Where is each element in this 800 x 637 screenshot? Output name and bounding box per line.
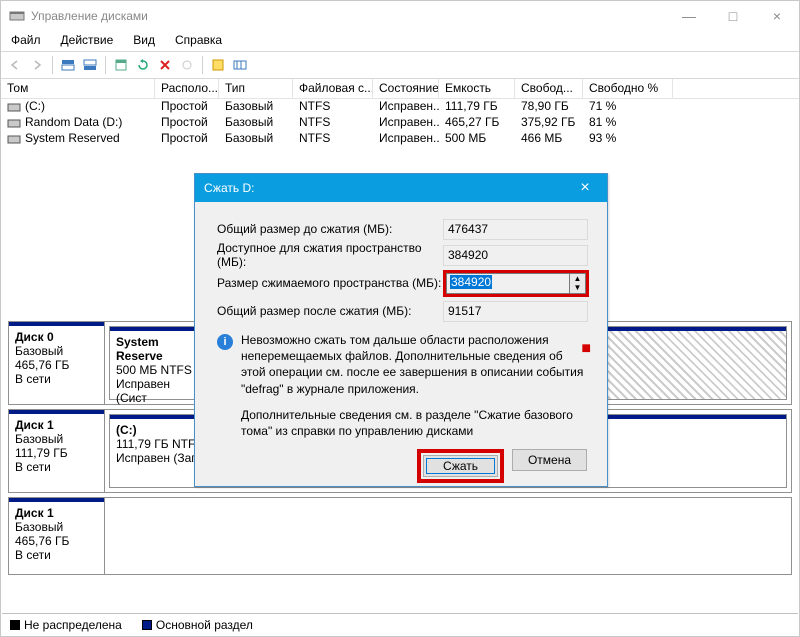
app-icon: [9, 8, 25, 24]
table-row[interactable]: (C:) Простой Базовый NTFS Исправен... 11…: [1, 99, 799, 115]
ok-button-highlight: Сжать: [417, 449, 504, 483]
disk-header[interactable]: Диск 0 Базовый 465,76 ГБ В сети: [9, 322, 105, 404]
col-capacity[interactable]: Емкость: [439, 79, 515, 98]
spinner-buttons[interactable]: ▲▼: [570, 273, 586, 294]
drive-icon: [7, 133, 21, 145]
col-percent[interactable]: Свободно %: [583, 79, 673, 98]
refresh-icon[interactable]: [133, 55, 153, 75]
back-icon: [5, 55, 25, 75]
help-icon[interactable]: [208, 55, 228, 75]
disk-header[interactable]: Диск 1 Базовый 111,79 ГБ В сети: [9, 410, 105, 492]
label-shrink-amount: Размер сжимаемого пространства (МБ):: [217, 276, 443, 290]
maximize-button[interactable]: □: [711, 1, 755, 31]
col-state[interactable]: Состояние: [373, 79, 439, 98]
menu-help[interactable]: Справка: [173, 31, 224, 51]
table-row[interactable]: System Reserved Простой Базовый NTFS Исп…: [1, 131, 799, 147]
menu-action[interactable]: Действие: [59, 31, 116, 51]
label-total-after: Общий размер после сжатия (МБ):: [217, 304, 443, 318]
scan-icon: [177, 55, 197, 75]
info-text-1: Невозможно сжать том дальше области расп…: [241, 333, 583, 396]
info-icon: i: [217, 334, 233, 350]
menu-view[interactable]: Вид: [131, 31, 157, 51]
legend-swatch-unallocated: [10, 620, 20, 630]
close-button[interactable]: ×: [755, 1, 799, 31]
disk-title: Диск 1: [15, 418, 54, 432]
spin-down-icon[interactable]: ▼: [570, 283, 585, 293]
view-bottom-icon[interactable]: [80, 55, 100, 75]
col-volume[interactable]: Том: [1, 79, 155, 98]
drive-icon: [7, 101, 21, 113]
spin-up-icon[interactable]: ▲: [570, 274, 585, 284]
cancel-button[interactable]: Отмена: [512, 449, 587, 471]
value-total-after: 91517: [443, 301, 588, 322]
menubar: Файл Действие Вид Справка: [1, 31, 799, 51]
legend: Не распределена Основной раздел: [2, 613, 798, 635]
toolbar: [1, 51, 799, 79]
minimize-button[interactable]: —: [667, 1, 711, 31]
disk-title: Диск 1: [15, 506, 54, 520]
shrink-amount-input[interactable]: 384920: [446, 273, 570, 294]
settings-icon[interactable]: [230, 55, 250, 75]
col-layout[interactable]: Располо...: [155, 79, 219, 98]
dialog-title: Сжать D:: [204, 181, 254, 195]
shrink-dialog: Сжать D: × Общий размер до сжатия (МБ): …: [194, 173, 608, 487]
legend-swatch-primary: [142, 620, 152, 630]
col-free[interactable]: Свобод...: [515, 79, 583, 98]
volume-list: (C:) Простой Базовый NTFS Исправен... 11…: [1, 99, 799, 147]
partition[interactable]: System Reserve 500 МБ NTFS Исправен (Сис…: [109, 326, 203, 400]
dialog-titlebar[interactable]: Сжать D: ×: [195, 174, 607, 202]
forward-icon: [27, 55, 47, 75]
titlebar: Управление дисками — □ ×: [1, 1, 799, 31]
disk-panel: Диск 1 Базовый 465,76 ГБ В сети: [8, 497, 792, 575]
view-top-icon[interactable]: [58, 55, 78, 75]
info-text-2: Дополнительные сведения см. в разделе "С…: [217, 407, 589, 439]
dialog-close-button[interactable]: ×: [572, 179, 598, 197]
label-total-before: Общий размер до сжатия (МБ):: [217, 222, 443, 236]
col-type[interactable]: Тип: [219, 79, 293, 98]
table-row[interactable]: Random Data (D:) Простой Базовый NTFS Ис…: [1, 115, 799, 131]
value-available: 384920: [443, 245, 588, 266]
shrink-amount-highlight: 384920 ▲▼: [443, 270, 589, 297]
label-available: Доступное для сжатия пространство (МБ):: [217, 241, 443, 269]
value-total-before: 476437: [443, 219, 588, 240]
col-fs[interactable]: Файловая с...: [293, 79, 373, 98]
menu-file[interactable]: Файл: [9, 31, 43, 51]
shrink-button[interactable]: Сжать: [423, 455, 498, 477]
window-title: Управление дисками: [31, 9, 148, 23]
delete-icon[interactable]: [155, 55, 175, 75]
drive-icon: [7, 117, 21, 129]
disk-title: Диск 0: [15, 330, 54, 344]
table-header: Том Располо... Тип Файловая с... Состоян…: [1, 79, 799, 99]
disk-header[interactable]: Диск 1 Базовый 465,76 ГБ В сети: [9, 498, 105, 574]
properties-icon[interactable]: [111, 55, 131, 75]
